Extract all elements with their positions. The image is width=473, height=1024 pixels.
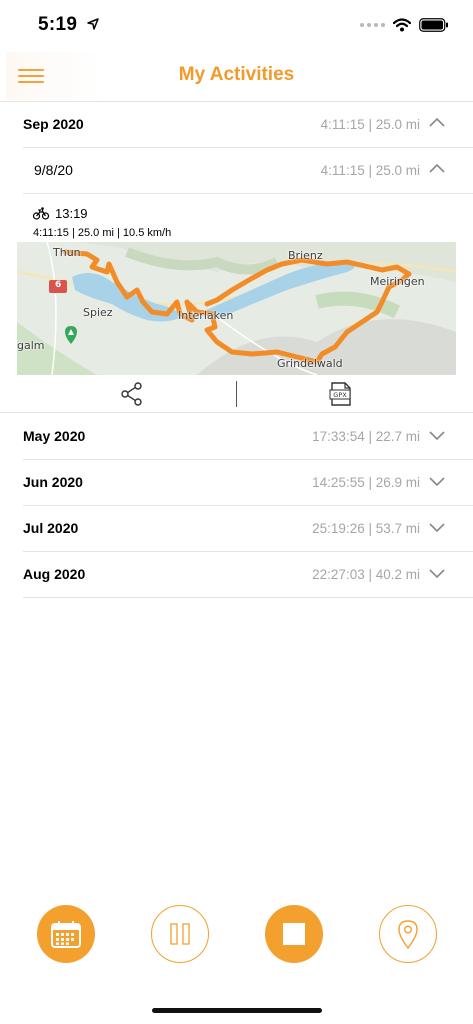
map-label-spiez: Spiez — [83, 306, 113, 319]
location-arrow-icon — [87, 18, 99, 30]
day-row-9-8-20[interactable]: 9/8/20 4:11:15 | 25.0 mi — [23, 148, 473, 194]
location-pin-icon — [398, 920, 418, 949]
month-row-aug-2020[interactable]: Aug 2020 22:27:03 | 40.2 mi — [23, 552, 473, 598]
activity-header: 13:19 — [33, 206, 88, 221]
chevron-down-icon — [429, 569, 445, 579]
month-row-jul-2020[interactable]: Jul 2020 25:19:26 | 53.7 mi — [23, 506, 473, 552]
status-time-text: 5:19 — [38, 14, 78, 35]
page-title: My Activities — [178, 64, 295, 85]
route-map[interactable]: Thun Brienz Meiringen Spiez Interlaken G… — [17, 242, 456, 375]
activity-actions: GPX — [0, 375, 473, 413]
map-label-galm: galm — [17, 339, 45, 352]
month-label: Sep 2020 — [23, 116, 84, 132]
month-row-sep-2020[interactable]: Sep 2020 4:11:15 | 25.0 mi — [23, 102, 473, 148]
day-summary: 4:11:15 | 25.0 mi — [320, 163, 420, 178]
battery-icon — [419, 18, 448, 32]
home-indicator — [152, 1008, 322, 1013]
gpx-file-icon[interactable]: GPX — [328, 381, 354, 407]
gpx-text: GPX — [333, 391, 347, 399]
chevron-up-icon — [429, 117, 445, 127]
month-label: Jun 2020 — [23, 474, 83, 490]
calendar-icon — [51, 921, 81, 948]
status-time: 5:19 — [38, 14, 99, 36]
map-label-thun: Thun — [53, 246, 81, 259]
chevron-up-icon — [429, 163, 445, 173]
stop-button[interactable] — [265, 905, 323, 963]
wifi-icon — [393, 18, 411, 32]
calendar-button[interactable] — [37, 905, 95, 963]
chevron-down-icon — [429, 431, 445, 441]
chevron-down-icon — [429, 523, 445, 533]
activity-card[interactable]: 13:19 4:11:15 | 25.0 mi | 10.5 km/h Thun… — [0, 195, 473, 413]
month-label: Jul 2020 — [23, 520, 79, 536]
navigation-bar: My Activities — [0, 50, 473, 102]
activity-stats: 4:11:15 | 25.0 mi | 10.5 km/h — [33, 227, 172, 239]
actions-divider — [236, 381, 237, 407]
chevron-down-icon — [429, 477, 445, 487]
month-row-may-2020[interactable]: May 2020 17:33:54 | 22.7 mi — [23, 414, 473, 460]
map-label-grindelwald: Grindelwald — [277, 357, 343, 370]
status-indicators — [360, 14, 449, 36]
map-label-brienz: Brienz — [288, 249, 323, 262]
stop-icon — [283, 923, 305, 945]
map-label-meiringen: Meiringen — [370, 275, 425, 288]
month-summary: 4:11:15 | 25.0 mi — [320, 117, 420, 132]
month-label: Aug 2020 — [23, 566, 86, 582]
map-label-interlaken: Interlaken — [178, 309, 234, 322]
month-summary: 22:27:03 | 40.2 mi — [312, 567, 420, 582]
status-bar: 5:19 — [0, 0, 473, 50]
month-row-jun-2020[interactable]: Jun 2020 14:25:55 | 26.9 mi — [23, 460, 473, 506]
road-number: 6 — [55, 280, 62, 290]
bicycle-icon — [33, 207, 49, 220]
bottom-toolbar — [0, 900, 473, 970]
location-button[interactable] — [379, 905, 437, 963]
month-summary: 14:25:55 | 26.9 mi — [312, 475, 420, 490]
month-summary: 25:19:26 | 53.7 mi — [312, 521, 420, 536]
activity-time: 13:19 — [55, 206, 88, 221]
pause-icon — [170, 923, 190, 945]
month-summary: 17:33:54 | 22.7 mi — [312, 429, 420, 444]
day-label: 9/8/20 — [34, 162, 73, 178]
month-label: May 2020 — [23, 428, 86, 444]
signal-icon — [360, 23, 385, 27]
share-icon[interactable] — [119, 381, 145, 407]
pause-button[interactable] — [151, 905, 209, 963]
